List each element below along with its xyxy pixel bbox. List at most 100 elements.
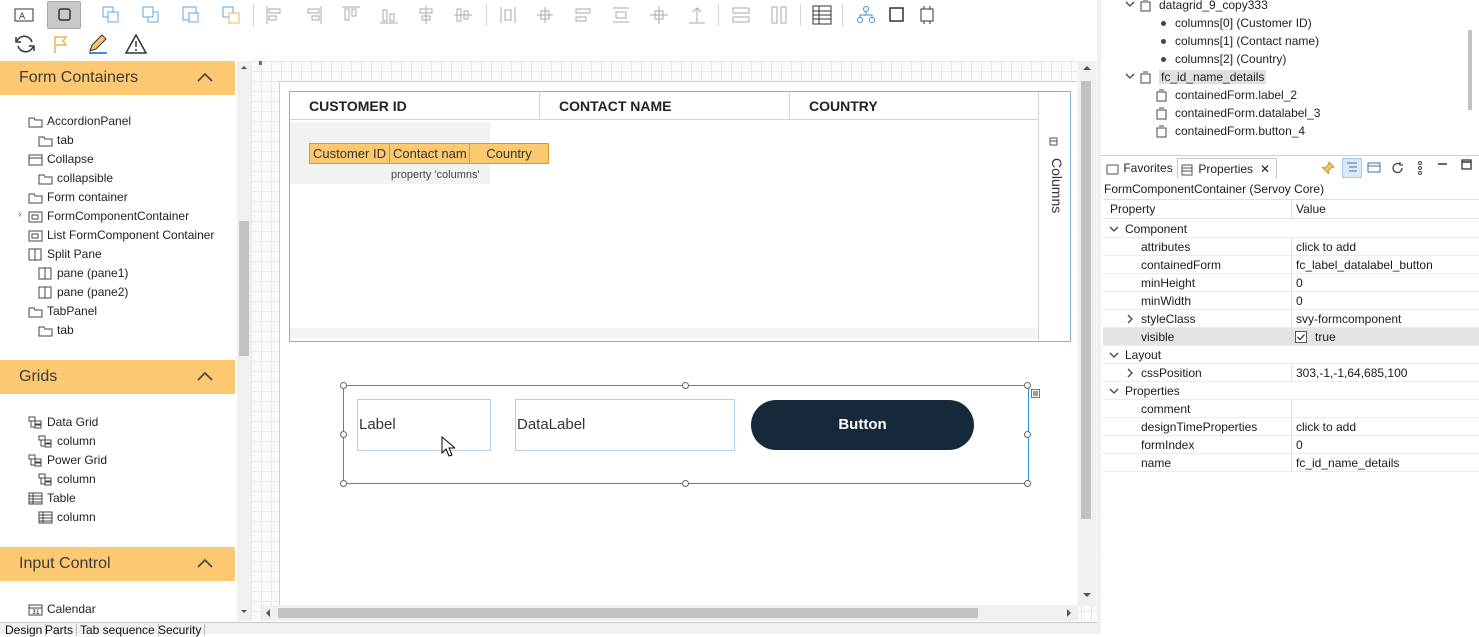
editor-vertical-scrollbar[interactable]	[1078, 61, 1096, 606]
datagrid-component[interactable]	[289, 91, 1071, 343]
column-header-country[interactable]: COUNTRY	[790, 93, 1038, 119]
align-center-icon[interactable]	[415, 4, 437, 26]
restore-default-icon[interactable]	[1390, 160, 1406, 176]
property-row[interactable]: cssPosition 303,-1,-1,64,685,100	[1103, 364, 1479, 382]
property-group-row[interactable]: Component	[1103, 220, 1479, 238]
chevron-down-icon[interactable]	[1109, 386, 1119, 396]
tab-sequence-icon[interactable]	[811, 4, 833, 26]
hierarchy-icon[interactable]	[855, 4, 877, 26]
tab-parts[interactable]: Parts	[42, 624, 78, 636]
pin-icon[interactable]	[1320, 160, 1336, 176]
category-input-control[interactable]: Input Control	[0, 547, 235, 581]
property-row[interactable]: styleClass svy-formcomponent	[1103, 310, 1479, 328]
property-row[interactable]: attributes click to add	[1103, 238, 1479, 256]
column-chip-customer-id[interactable]: Customer ID	[309, 143, 390, 164]
close-icon[interactable]: ✕	[1260, 159, 1270, 179]
resize-handle-se[interactable]	[1024, 480, 1031, 487]
chevron-up-icon[interactable]	[196, 370, 214, 382]
distribute-horizontal-icon[interactable]	[497, 4, 519, 26]
distribute-center-icon[interactable]	[648, 4, 670, 26]
property-row[interactable]: comment	[1103, 400, 1479, 418]
property-value[interactable]: 0	[1296, 294, 1303, 308]
tab-design[interactable]: Design	[2, 624, 47, 636]
flag-icon[interactable]	[50, 33, 72, 55]
tab-favorites[interactable]: Favorites	[1106, 158, 1173, 178]
align-bottom-icon[interactable]	[378, 4, 400, 26]
minimize-icon[interactable]	[1436, 160, 1450, 174]
tab-security[interactable]: Security	[155, 624, 206, 636]
resize-handle-sw[interactable]	[340, 480, 347, 487]
same-width-icon[interactable]	[730, 4, 752, 26]
property-value[interactable]: true	[1315, 330, 1336, 344]
palette-scrollbar[interactable]	[237, 61, 251, 621]
fc-label[interactable]: Label	[357, 399, 491, 451]
chevron-up-icon[interactable]	[196, 71, 214, 83]
property-value[interactable]: click to add	[1296, 420, 1356, 434]
label-tool-icon[interactable]: A	[13, 5, 35, 27]
warning-icon[interactable]	[124, 33, 148, 55]
bring-to-front-icon[interactable]	[180, 4, 202, 26]
property-row[interactable]: designTimeProperties click to add	[1103, 418, 1479, 436]
property-row[interactable]: formIndex 0	[1103, 436, 1479, 454]
select-tool-icon[interactable]	[47, 1, 81, 29]
property-value[interactable]: fc_label_datalabel_button	[1296, 258, 1433, 272]
chevron-down-icon[interactable]	[1125, 71, 1135, 81]
resize-handle-w[interactable]	[340, 431, 347, 438]
crop-icon[interactable]	[916, 4, 938, 26]
property-value[interactable]: 303,-1,-1,64,685,100	[1296, 366, 1407, 380]
column-header-contact-name[interactable]: CONTACT NAME	[540, 93, 790, 119]
category-form-containers[interactable]: Form Containers	[0, 61, 235, 95]
category-grids[interactable]: Grids	[0, 360, 235, 394]
refresh-icon[interactable]	[13, 33, 35, 55]
column-chip-contact-name[interactable]: Contact nam	[389, 143, 470, 164]
chevron-right-icon[interactable]	[1125, 368, 1135, 378]
align-right-icon[interactable]	[302, 4, 324, 26]
expand-arrow-icon[interactable]: ›	[18, 209, 21, 220]
property-row[interactable]: containedForm fc_label_datalabel_button	[1103, 256, 1479, 274]
property-group-row[interactable]: Layout	[1103, 346, 1479, 364]
columns-side-label[interactable]: Columns	[1045, 158, 1065, 218]
distribute-vertical-icon[interactable]	[610, 4, 632, 26]
chevron-down-icon[interactable]	[1109, 224, 1119, 234]
property-row[interactable]: visible true	[1103, 328, 1479, 346]
column-chip-country[interactable]: Country	[469, 143, 549, 164]
property-value[interactable]: fc_id_name_details	[1296, 456, 1399, 470]
tab-tab-sequence[interactable]: Tab sequence	[77, 624, 159, 636]
more-options-icon[interactable]	[1414, 160, 1426, 176]
resize-handle-ne[interactable]	[1024, 382, 1031, 389]
chevron-up-icon[interactable]	[196, 557, 214, 569]
edit-pencil-icon[interactable]	[86, 33, 108, 55]
frame-icon[interactable]	[886, 4, 908, 26]
property-row[interactable]: minWidth 0	[1103, 292, 1479, 310]
property-row[interactable]: name fc_id_name_details	[1103, 454, 1479, 472]
checkbox-checked-icon[interactable]	[1295, 331, 1308, 344]
align-top-icon[interactable]	[340, 4, 362, 26]
property-value[interactable]: svy-formcomponent	[1296, 312, 1401, 326]
bring-forward-icon[interactable]	[100, 4, 122, 26]
distribute-left-icon[interactable]	[572, 4, 594, 26]
component-menu-icon[interactable]	[1031, 389, 1041, 399]
property-value[interactable]: 0	[1296, 276, 1303, 290]
same-height-icon[interactable]	[768, 4, 790, 26]
editor-horizontal-scrollbar[interactable]	[262, 605, 1078, 621]
maximize-icon[interactable]	[1460, 158, 1474, 172]
fc-button[interactable]: Button	[751, 400, 974, 450]
property-row[interactable]: minHeight 0	[1103, 274, 1479, 292]
property-value[interactable]: click to add	[1296, 240, 1356, 254]
chevron-down-icon[interactable]	[1125, 0, 1135, 9]
tab-properties[interactable]: Properties ✕	[1177, 158, 1277, 178]
column-header-customer-id[interactable]: CUSTOMER ID	[290, 93, 540, 119]
distribute-spacing-icon[interactable]	[534, 4, 556, 26]
advanced-icon[interactable]	[1366, 160, 1382, 176]
chevron-down-icon[interactable]	[1109, 350, 1119, 360]
property-value[interactable]: 0	[1296, 438, 1303, 452]
categories-toggle-icon[interactable]	[1342, 158, 1362, 178]
align-left-icon[interactable]	[264, 4, 286, 26]
send-to-back-icon[interactable]	[220, 4, 242, 26]
chevron-right-icon[interactable]	[1125, 314, 1135, 324]
property-group-row[interactable]: Properties	[1103, 382, 1479, 400]
resize-handle-s[interactable]	[682, 480, 689, 487]
fc-datalabel[interactable]: DataLabel	[515, 399, 735, 451]
align-middle-icon[interactable]	[452, 4, 474, 26]
resize-handle-nw[interactable]	[340, 382, 347, 389]
